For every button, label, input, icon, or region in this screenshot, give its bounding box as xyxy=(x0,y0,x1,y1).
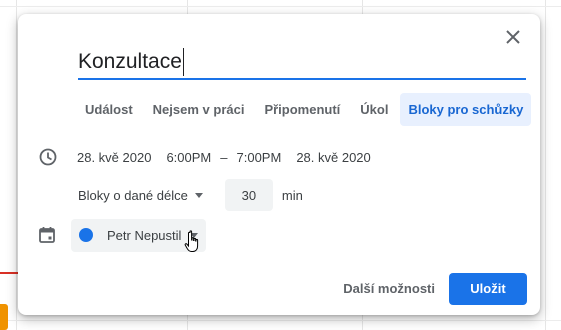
dialog-footer: Další možnosti Uložit xyxy=(333,273,527,305)
grid-line xyxy=(0,6,561,7)
grid-line xyxy=(16,0,17,330)
calendar-event-chip[interactable] xyxy=(0,304,8,330)
clock-icon xyxy=(38,147,58,167)
slot-duration-row: Bloky o dané délce 30 min xyxy=(78,178,303,212)
tab-out-of-office[interactable]: Nejsem v práci xyxy=(145,93,253,126)
more-options-button[interactable]: Další možnosti xyxy=(333,273,445,305)
title-input-value: Konzultace xyxy=(78,48,184,76)
calendar-color-dot xyxy=(79,228,93,242)
event-create-dialog: Konzultace Událost Nejsem v práci Připom… xyxy=(18,14,540,315)
slot-mode-select[interactable]: Bloky o dané délce xyxy=(78,188,203,203)
start-time[interactable]: 6:00PM xyxy=(166,150,211,165)
title-field[interactable]: Konzultace xyxy=(78,48,526,80)
hand-pointer-cursor xyxy=(184,230,202,254)
duration-value: 30 xyxy=(241,187,257,203)
close-button[interactable] xyxy=(502,28,524,50)
tab-reminder[interactable]: Připomenutí xyxy=(256,93,348,126)
duration-unit: min xyxy=(281,187,303,203)
tab-task[interactable]: Úkol xyxy=(352,93,396,126)
end-date[interactable]: 28. kvě 2020 xyxy=(296,150,370,165)
calendar-name: Petr Nepustil xyxy=(107,227,182,243)
calendar-row: Petr Nepustil xyxy=(38,217,207,253)
tab-appointment-slots[interactable]: Bloky pro schůzky xyxy=(400,93,532,126)
grid-line xyxy=(0,320,561,321)
duration-input[interactable]: 30 xyxy=(224,179,273,211)
tab-event[interactable]: Událost xyxy=(77,93,141,126)
grid-line xyxy=(545,0,546,330)
time-separator: – xyxy=(220,149,228,165)
event-type-tabs: Událost Nejsem v práci Připomenutí Úkol … xyxy=(77,93,532,126)
end-time[interactable]: 7:00PM xyxy=(237,150,282,165)
slot-mode-label: Bloky o dané délce xyxy=(78,187,188,203)
date-time-row: 28. kvě 2020 6:00PM – 7:00PM 28. kvě 202… xyxy=(38,147,371,167)
calendar-icon xyxy=(38,226,56,244)
close-icon xyxy=(506,29,520,49)
start-date[interactable]: 28. kvě 2020 xyxy=(77,150,151,165)
caret-down-icon xyxy=(194,192,203,198)
current-time-indicator xyxy=(0,272,20,274)
save-button[interactable]: Uložit xyxy=(449,273,527,305)
